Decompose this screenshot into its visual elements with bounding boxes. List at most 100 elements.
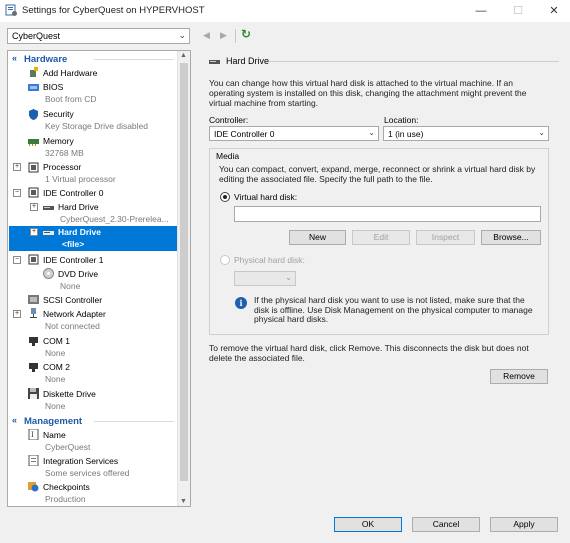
- tree-item-hard-drive[interactable]: + Hard Drive CyberQuest_2.30-Prerelea...: [8, 201, 178, 225]
- tree-item-ide-controller-1[interactable]: − IDE Controller 1: [8, 254, 178, 266]
- virtual-hard-disk-path-input[interactable]: [234, 206, 541, 222]
- chevron-down-icon: ⌄: [368, 128, 375, 137]
- location-dropdown[interactable]: 1 (in use) ⌄: [383, 126, 549, 141]
- tree-item-sublabel: None: [60, 281, 81, 291]
- tree-item-network-adapter[interactable]: + Network Adapter Not connected: [8, 308, 178, 332]
- tree-item-label: COM 2: [43, 362, 70, 372]
- ok-button[interactable]: OK: [334, 517, 402, 532]
- group-title: Hard Drive: [226, 56, 270, 66]
- forward-arrow-icon[interactable]: ▶: [220, 30, 227, 41]
- section-divider: [94, 421, 174, 422]
- integration-services-icon: [28, 455, 39, 466]
- minimize-button[interactable]: —: [463, 0, 499, 22]
- tree-item-add-hardware[interactable]: Add Hardware: [8, 67, 178, 79]
- apply-button[interactable]: Apply: [490, 517, 558, 532]
- network-adapter-icon: [30, 308, 37, 318]
- browse-button[interactable]: Browse...: [481, 230, 541, 245]
- cancel-button[interactable]: Cancel: [412, 517, 480, 532]
- expand-plus-icon[interactable]: +: [13, 163, 21, 171]
- collapse-minus-icon[interactable]: −: [13, 189, 21, 197]
- tree-item-label: Integration Services: [43, 456, 119, 466]
- tree-item-sublabel: None: [45, 348, 66, 358]
- diskette-icon: [28, 388, 39, 399]
- tree-item-sublabel: Boot from CD: [45, 94, 97, 104]
- physical-hard-disk-label: Physical hard disk:: [234, 255, 305, 265]
- chevron-down-icon: ⌄: [538, 128, 545, 137]
- tree-item-scsi-controller[interactable]: SCSI Controller: [8, 294, 178, 306]
- chevron-down-icon: ⌄: [178, 30, 186, 40]
- tree-item-label: Diskette Drive: [43, 389, 96, 399]
- tree-item-processor[interactable]: + Processor 1 Virtual processor: [8, 161, 178, 185]
- new-button[interactable]: New: [289, 230, 346, 245]
- vm-selector-value: CyberQuest: [12, 31, 61, 41]
- tree-item-sublabel: CyberQuest: [45, 442, 91, 452]
- physical-disk-info-text: If the physical hard disk you want to us…: [254, 295, 533, 324]
- refresh-icon[interactable]: ↻: [241, 27, 251, 41]
- tree-item-label: Checkpoints: [43, 482, 90, 492]
- tree-item-sublabel: None: [45, 374, 66, 384]
- tree-item-hard-drive-selected[interactable]: + Hard Drive <file>: [9, 226, 177, 251]
- checkpoints-icon: [28, 482, 39, 492]
- inspect-button[interactable]: Inspect: [416, 230, 475, 245]
- scrollbar-thumb[interactable]: [180, 63, 188, 481]
- hard-drive-icon: [209, 60, 220, 64]
- back-arrow-icon[interactable]: ◀: [203, 30, 210, 41]
- tree-item-label: Add Hardware: [43, 68, 98, 78]
- expand-plus-icon[interactable]: +: [30, 228, 38, 236]
- expand-plus-icon[interactable]: +: [13, 310, 21, 318]
- maximize-button[interactable]: ☐: [500, 0, 536, 22]
- add-hardware-icon: [30, 67, 38, 77]
- edit-button[interactable]: Edit: [352, 230, 410, 245]
- tree-item-com-2[interactable]: COM 2 None: [8, 361, 178, 385]
- tree-item-name[interactable]: I Name CyberQuest: [8, 429, 178, 453]
- dvd-disc-icon: [43, 268, 54, 279]
- controller-dropdown[interactable]: IDE Controller 0 ⌄: [209, 126, 379, 141]
- vm-selector[interactable]: CyberQuest ⌄: [7, 28, 190, 44]
- tree-scrollbar[interactable]: ▲ ▼: [177, 51, 190, 506]
- tree-item-label: IDE Controller 1: [43, 255, 104, 265]
- hardware-section-header[interactable]: « Hardware: [8, 53, 178, 65]
- tree-item-bios[interactable]: BIOS Boot from CD: [8, 81, 178, 105]
- tree-item-memory[interactable]: Memory 32768 MB: [8, 135, 178, 159]
- scroll-down-icon[interactable]: ▼: [180, 498, 187, 505]
- close-button[interactable]: ✕: [536, 0, 570, 22]
- tree-item-label: Name: [43, 430, 66, 440]
- expand-plus-icon[interactable]: +: [30, 203, 38, 211]
- scroll-up-icon[interactable]: ▲: [180, 52, 187, 59]
- management-section-header[interactable]: « Management: [8, 415, 178, 427]
- collapse-chevron-icon: «: [12, 415, 18, 425]
- attachment-description: You can change how this virtual hard dis…: [209, 78, 527, 108]
- tree-item-dvd-drive[interactable]: DVD Drive None: [8, 268, 178, 292]
- shield-icon: [29, 109, 38, 120]
- tree-item-label: IDE Controller 0: [43, 188, 104, 198]
- hardware-header-label: Hardware: [24, 54, 68, 65]
- tree-item-label: Memory: [43, 136, 74, 146]
- hard-drive-icon: [43, 231, 54, 235]
- tree-item-sublabel: <file>: [62, 239, 85, 249]
- collapse-minus-icon[interactable]: −: [13, 256, 21, 264]
- physical-hard-disk-dropdown[interactable]: ⌄: [234, 271, 296, 286]
- tree-item-checkpoints[interactable]: Checkpoints Production: [8, 481, 178, 505]
- settings-tree: « Hardware Add Hardware BIOS Boot from C…: [7, 50, 191, 507]
- controller-value: IDE Controller 0: [214, 129, 275, 139]
- physical-hard-disk-radio[interactable]: [220, 255, 230, 265]
- controller-label: Controller:: [209, 115, 249, 125]
- tree-item-com-1[interactable]: COM 1 None: [8, 335, 178, 359]
- tree-item-security[interactable]: Security Key Storage Drive disabled: [8, 108, 178, 132]
- svg-text:I: I: [31, 431, 34, 439]
- management-header-label: Management: [24, 416, 83, 427]
- tree-item-sublabel: None: [45, 401, 66, 411]
- tree-item-ide-controller-0[interactable]: − IDE Controller 0: [8, 187, 178, 199]
- tree-item-sublabel: 32768 MB: [45, 148, 84, 158]
- remove-button[interactable]: Remove: [490, 369, 548, 384]
- ide-controller-icon: [28, 187, 39, 198]
- remove-description: To remove the virtual hard disk, click R…: [209, 343, 529, 363]
- virtual-hard-disk-radio[interactable]: [220, 192, 230, 202]
- tree-item-diskette-drive[interactable]: Diskette Drive None: [8, 388, 178, 412]
- tree-item-label: COM 1: [43, 336, 70, 346]
- media-description: You can compact, convert, expand, merge,…: [219, 164, 536, 184]
- chevron-down-icon: ⌄: [285, 273, 292, 282]
- tree-item-integration-services[interactable]: Integration Services Some services offer…: [8, 455, 178, 479]
- ide-controller-icon: [28, 254, 39, 265]
- group-title-divider: [269, 61, 559, 62]
